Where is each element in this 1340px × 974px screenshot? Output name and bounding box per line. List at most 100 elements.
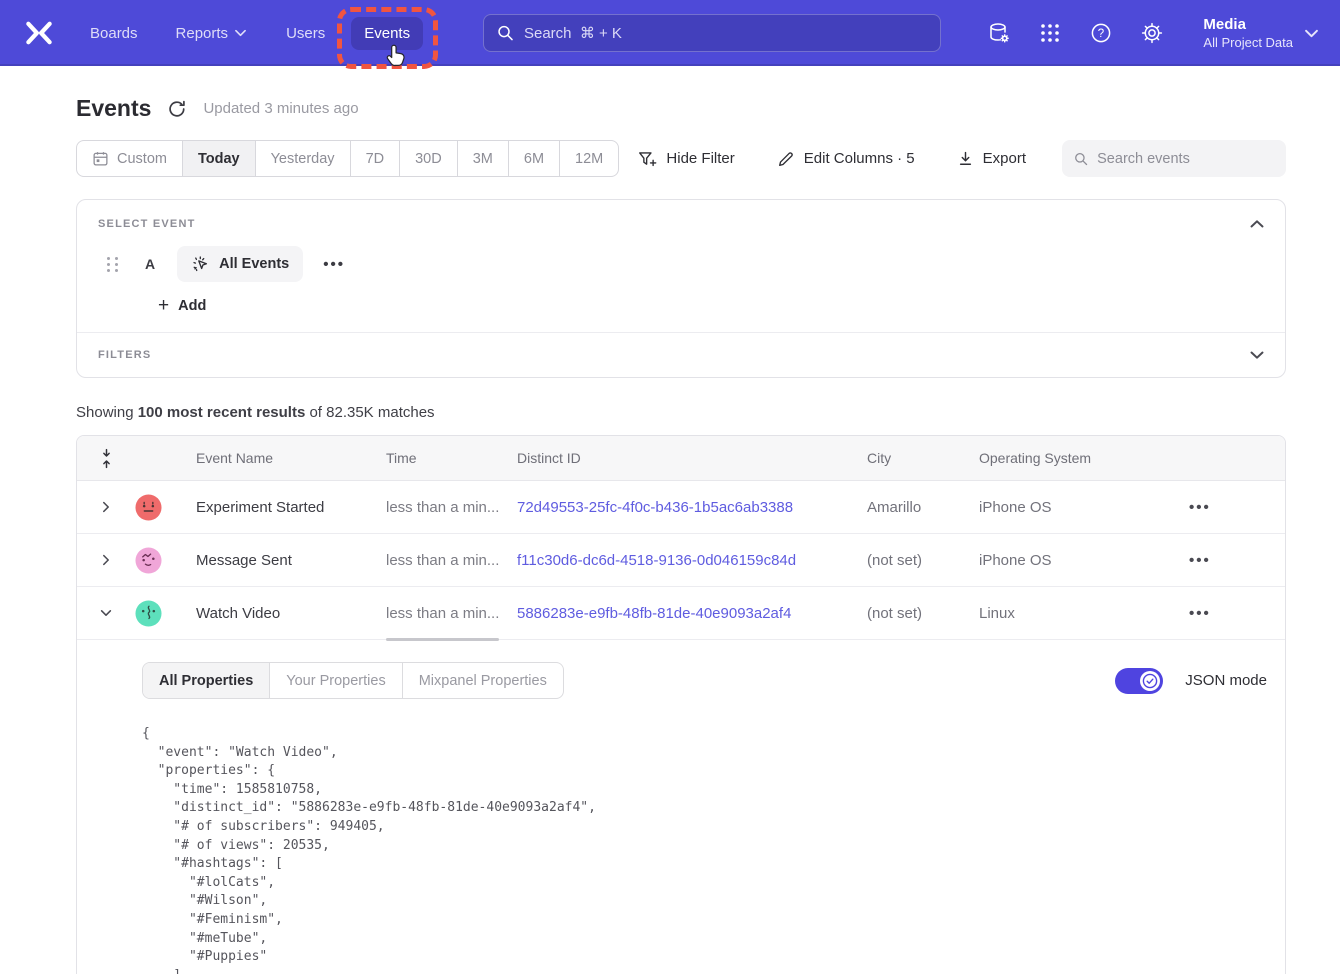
magic-pointer-icon [191,255,210,274]
drag-handle[interactable] [107,257,119,272]
project-selector[interactable]: Media All Project Data [1203,15,1318,51]
date-range-3m[interactable]: 3M [458,141,509,176]
collapse-row-chevron-down-icon[interactable] [99,606,113,620]
refresh-icon[interactable] [167,99,187,119]
json-mode-toggle[interactable] [1115,668,1163,694]
export-button[interactable]: Export [957,150,1026,167]
date-range-custom[interactable]: Custom [77,141,183,176]
nav-item-boards[interactable]: Boards [90,25,138,42]
event-row-letter: A [145,256,155,272]
tab-mixpanel-properties[interactable]: Mixpanel Properties [403,663,563,698]
nav-item-users[interactable]: Users [286,25,325,42]
table-row-expanded[interactable]: Watch Video less than a min... 5886283e-… [77,587,1285,640]
top-navbar: Boards Reports Users Events ? [0,0,1340,66]
date-range-today[interactable]: Today [183,141,256,176]
tab-your-properties[interactable]: Your Properties [270,663,402,698]
json-mode-label: JSON mode [1185,672,1267,689]
event-detail-panel: All Properties Your Properties Mixpanel … [77,640,1285,974]
distinct-id-link[interactable]: 72d49553-25fc-4f0c-b436-1b5ac6ab3388 [517,499,867,516]
date-range-12m[interactable]: 12M [560,141,618,176]
distinct-id-link[interactable]: f11c30d6-dc6d-4518-9136-0d046159c84d [517,552,867,569]
select-event-label: SELECT EVENT [98,218,196,230]
row-actions-button[interactable]: ••• [1149,605,1285,622]
col-header-city: City [867,450,979,466]
page-title: Events [76,95,151,122]
cell-city: Amarillo [867,499,979,516]
tab-all-properties[interactable]: All Properties [143,663,270,698]
date-range-6m[interactable]: 6M [509,141,560,176]
filters-label: FILTERS [98,349,151,361]
edit-columns-button[interactable]: Edit Columns · 5 [777,150,915,168]
data-management-icon[interactable] [987,21,1011,45]
filters-section-header[interactable]: FILTERS [77,332,1285,377]
table-row[interactable]: Experiment Started less than a min... 72… [77,481,1285,534]
cell-time: less than a min... [386,552,517,569]
filter-plus-icon [638,150,657,168]
download-icon [957,150,974,167]
cell-time: less than a min... [386,605,517,622]
check-icon [1142,673,1158,689]
col-header-time: Time [386,450,517,466]
expand-section-chevron-down-icon[interactable] [1250,348,1264,362]
col-header-os: Operating System [979,450,1149,466]
search-icon [497,24,514,42]
collapse-section-chevron-up-icon[interactable] [1250,217,1264,231]
results-summary: Showing 100 most recent results of 82.35… [76,404,1286,421]
cell-event-name: Experiment Started [196,499,386,516]
cell-os: iPhone OS [979,499,1149,516]
expand-row-chevron-right-icon[interactable] [99,553,113,567]
cell-city: (not set) [867,552,979,569]
cell-city: (not set) [867,605,979,622]
date-range-control: Custom Today Yesterday 7D 30D 3M 6M 12M [76,140,619,177]
table-header: Event Name Time Distinct ID City Operati… [77,436,1285,481]
chevron-down-icon [1305,29,1318,38]
column-scrollbar[interactable] [386,638,499,641]
event-avatar [135,494,162,521]
add-event-button[interactable]: + Add [158,298,206,314]
project-name: Media [1203,15,1293,34]
date-range-30d[interactable]: 30D [400,141,458,176]
row-actions-button[interactable]: ••• [1149,499,1285,516]
project-scope: All Project Data [1203,34,1293,51]
pencil-icon [777,150,795,168]
date-range-yesterday[interactable]: Yesterday [256,141,351,176]
collapse-all-rows-icon[interactable] [99,447,114,470]
search-icon [1074,151,1088,167]
event-avatar [135,547,162,574]
event-avatar [135,600,162,627]
plus-icon: + [158,298,169,314]
query-builder-card: SELECT EVENT A All Events [76,199,1286,378]
cell-event-name: Message Sent [196,552,386,569]
properties-tabs: All Properties Your Properties Mixpanel … [142,662,564,699]
event-more-button[interactable]: ••• [323,256,345,273]
cell-event-name: Watch Video [196,605,386,622]
col-header-event-name: Event Name [196,450,386,466]
col-header-distinct-id: Distinct ID [517,450,867,466]
svg-text:?: ? [1098,28,1104,40]
apps-grid-icon[interactable] [1038,21,1062,45]
event-chip-label: All Events [219,256,289,272]
global-search-input[interactable] [524,25,927,42]
expand-row-chevron-right-icon[interactable] [99,500,113,514]
updated-timestamp: Updated 3 minutes ago [203,100,358,117]
search-events[interactable] [1062,140,1286,177]
distinct-id-link[interactable]: 5886283e-e9fb-48fb-81de-40e9093a2af4 [517,605,867,622]
nav-item-reports[interactable]: Reports [176,25,247,42]
cell-os: Linux [979,605,1149,622]
nav-item-events[interactable]: Events [351,17,423,50]
global-search[interactable] [483,14,941,52]
cell-os: iPhone OS [979,552,1149,569]
settings-gear-icon[interactable] [1140,21,1164,45]
search-events-input[interactable] [1097,151,1274,167]
chevron-down-icon [235,29,246,37]
cell-time: less than a min... [386,499,517,516]
mixpanel-logo-icon[interactable] [22,16,56,50]
event-json-view: { "event": "Watch Video", "properties": … [142,725,1267,974]
events-table: Event Name Time Distinct ID City Operati… [76,435,1286,974]
table-row[interactable]: Message Sent less than a min... f11c30d6… [77,534,1285,587]
date-range-7d[interactable]: 7D [351,141,401,176]
help-icon[interactable]: ? [1089,21,1113,45]
row-actions-button[interactable]: ••• [1149,552,1285,569]
hide-filter-button[interactable]: Hide Filter [638,150,734,168]
event-selector-chip[interactable]: All Events [177,246,303,282]
